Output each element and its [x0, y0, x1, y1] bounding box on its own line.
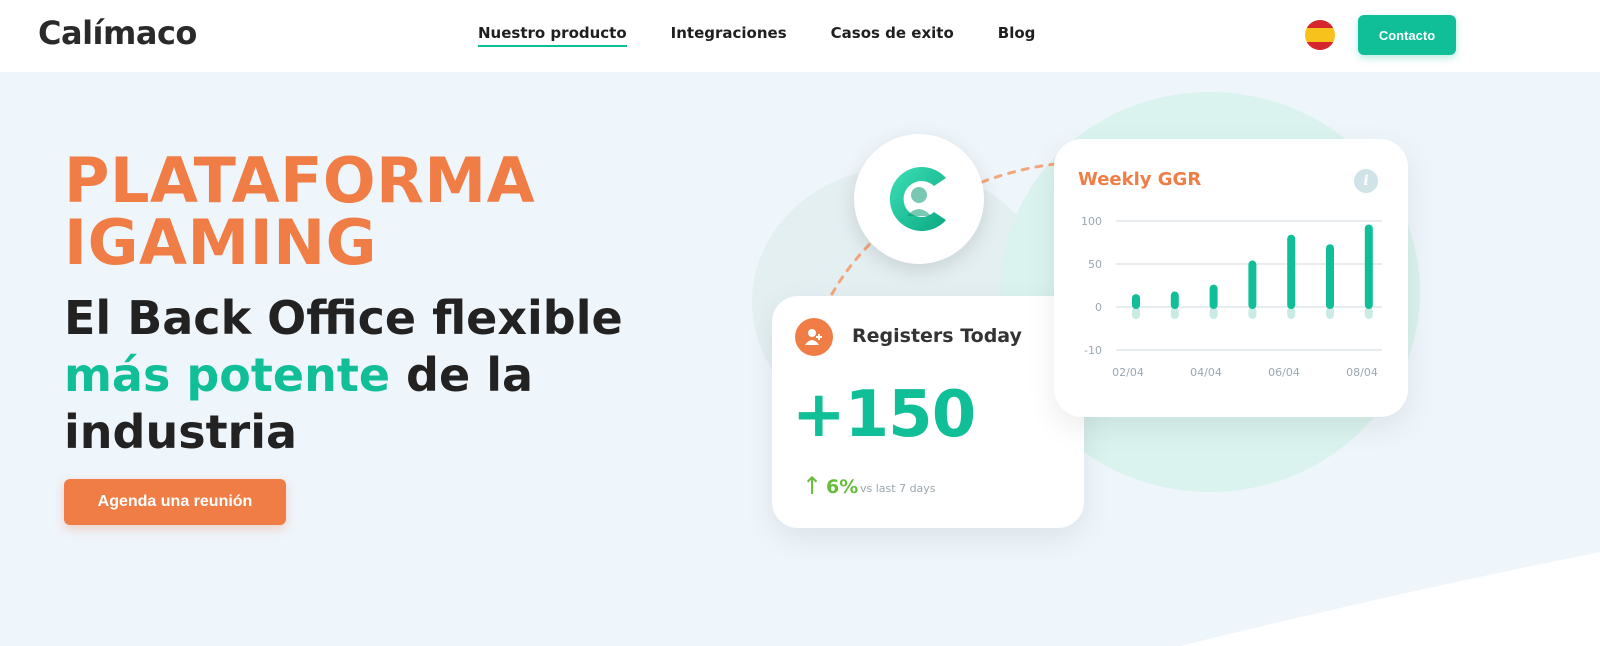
hero-section: PLATAFORMA IGAMING El Back Office flexib…: [0, 72, 1600, 646]
nav-link-blog[interactable]: Blog: [998, 24, 1036, 47]
chart-bar: [1209, 284, 1218, 309]
y-tick-label: 0: [1095, 301, 1102, 314]
registers-today-card: Registers Today +150 ↑ 6% vs last 7 days: [772, 296, 1084, 528]
chart-bar: [1170, 291, 1179, 309]
spain-flag-icon[interactable]: [1305, 20, 1335, 50]
x-tick-label: 08/04: [1346, 366, 1378, 379]
add-user-icon: [795, 318, 833, 356]
chart-bar: [1248, 260, 1257, 309]
chart-bar: [1132, 294, 1140, 309]
chart-bar: [1287, 234, 1296, 309]
y-tick-label: -10: [1084, 344, 1102, 357]
x-tick-label: 04/04: [1190, 366, 1222, 379]
y-tick-label: 50: [1088, 258, 1102, 271]
calimaco-c-icon: [889, 167, 946, 231]
calimaco-logo[interactable]: Calímaco: [38, 14, 197, 52]
arrow-up-icon: ↑: [802, 472, 823, 500]
registers-value: +150: [792, 378, 976, 452]
registers-change-note: vs last 7 days: [860, 482, 936, 495]
nav-link-casos-de-exito[interactable]: Casos de exito: [831, 24, 954, 47]
registers-title: Registers Today: [852, 325, 1022, 347]
y-tick-label: 100: [1081, 215, 1102, 228]
registers-change-pct: 6%: [826, 476, 859, 498]
x-tick-label: 06/04: [1268, 366, 1300, 379]
nav-links: Nuestro producto Integraciones Casos de …: [478, 24, 1035, 47]
chart-bar: [1326, 244, 1334, 309]
weekly-ggr-card: Weekly GGR i 100 50 0 -10 02/04 04/04 06/04 08/…: [1054, 139, 1408, 417]
nav-link-nuestro-producto[interactable]: Nuestro producto: [478, 24, 627, 47]
weekly-ggr-chart: 100 50 0 -10 02/04 04/04 06/04 08/04: [1081, 215, 1382, 379]
chart-bar: [1364, 224, 1373, 309]
top-navbar: Calímaco Nuestro producto Integraciones …: [0, 0, 1600, 72]
contact-button[interactable]: Contacto: [1358, 15, 1456, 55]
x-tick-label: 02/04: [1112, 366, 1144, 379]
nav-link-integraciones[interactable]: Integraciones: [671, 24, 787, 47]
calimaco-emblem: [854, 134, 984, 264]
